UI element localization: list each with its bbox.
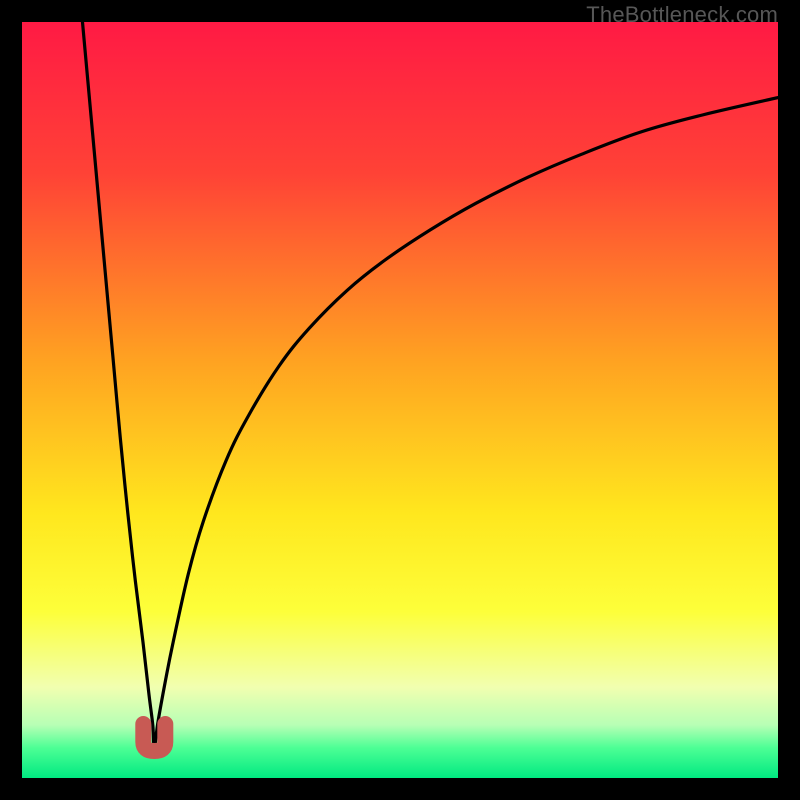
gradient-background [22, 22, 778, 778]
plot-area [22, 22, 778, 778]
bottleneck-chart [22, 22, 778, 778]
chart-frame: TheBottleneck.com [0, 0, 800, 800]
watermark-text: TheBottleneck.com [586, 2, 778, 28]
